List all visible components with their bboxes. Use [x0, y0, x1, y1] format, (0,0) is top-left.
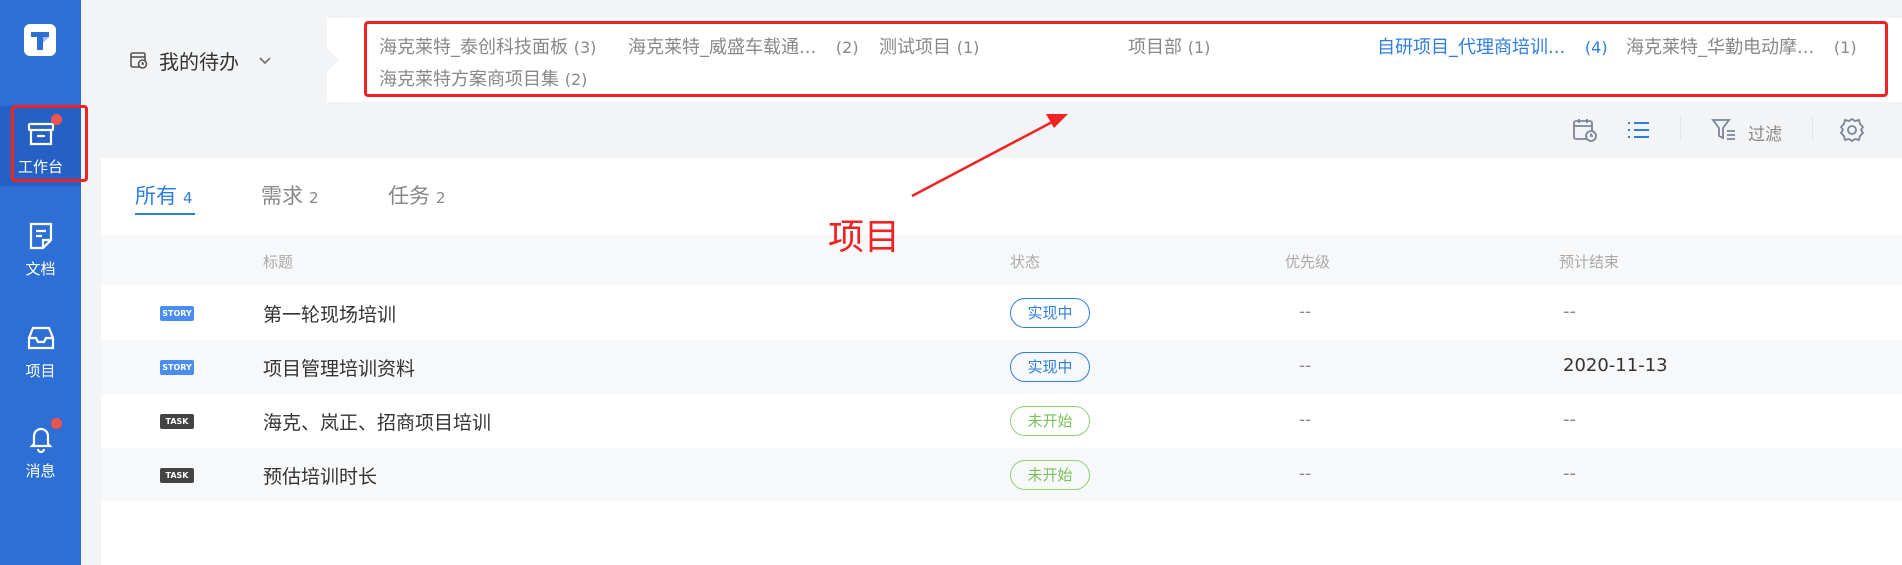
- story-type-badge: STORY: [160, 306, 194, 321]
- status-badge[interactable]: 未开始: [1010, 406, 1090, 436]
- tab-label: 任务: [388, 184, 430, 208]
- inbox-tray-icon: [27, 326, 55, 350]
- sidebar-item-label: 项目: [25, 362, 56, 380]
- row-title[interactable]: 预估培训时长: [263, 462, 377, 489]
- highlight-box-projects: [364, 21, 1888, 97]
- tab-tasks[interactable]: 任务 2: [388, 180, 446, 210]
- settings-gear-icon[interactable]: [1838, 116, 1866, 144]
- row-title[interactable]: 第一轮现场培训: [263, 300, 396, 327]
- tab-all[interactable]: 所有 4: [135, 180, 193, 210]
- row-title[interactable]: 项目管理培训资料: [263, 354, 415, 381]
- table-row[interactable]: TASK 海克、岚正、招商项目培训 未开始 -- --: [101, 394, 1902, 448]
- tab-count: 2: [309, 189, 319, 207]
- filter-label[interactable]: 过滤: [1748, 120, 1782, 145]
- sidebar-item-docs[interactable]: 文档: [0, 208, 81, 288]
- notification-dot: [51, 114, 62, 125]
- column-header-title: 标题: [263, 253, 294, 271]
- my-todo-dropdown[interactable]: 我的待办: [101, 18, 327, 102]
- row-priority[interactable]: --: [1299, 410, 1311, 430]
- table-row[interactable]: TASK 预估培训时长 未开始 -- --: [101, 448, 1902, 502]
- calendar-view-icon[interactable]: [1571, 116, 1599, 144]
- toolbar-divider: [1680, 117, 1681, 141]
- document-icon: [29, 222, 53, 250]
- task-list-panel: 所有 4 需求 2 任务 2 标题 状态 优先级 预计结束 STORY 第一轮现场培训…: [101, 158, 1902, 565]
- column-header-due: 预计结束: [1559, 253, 1620, 271]
- task-type-badge: TASK: [160, 468, 194, 483]
- active-tab-indicator: [135, 213, 195, 215]
- list-view-icon[interactable]: [1624, 116, 1652, 144]
- table-row[interactable]: STORY 第一轮现场培训 实现中 -- --: [101, 286, 1902, 340]
- status-badge[interactable]: 未开始: [1010, 460, 1090, 490]
- sidebar-item-label: 消息: [25, 462, 56, 480]
- tab-label: 所有: [135, 184, 177, 208]
- tab-count: 4: [183, 189, 193, 207]
- calendar-clock-icon: [130, 52, 148, 69]
- sidebar: 工作台 文档 项目 消息: [0, 0, 81, 565]
- tab-label: 需求: [261, 184, 303, 208]
- row-priority[interactable]: --: [1299, 464, 1311, 484]
- column-header-status: 状态: [1010, 253, 1041, 271]
- table-row[interactable]: STORY 项目管理培训资料 实现中 -- 2020-11-13: [101, 340, 1902, 394]
- notification-dot: [51, 418, 62, 429]
- sidebar-item-messages[interactable]: 消息: [0, 410, 81, 490]
- row-due-date[interactable]: 2020-11-13: [1563, 355, 1668, 376]
- row-due-date[interactable]: --: [1563, 301, 1576, 322]
- filter-icon[interactable]: [1710, 116, 1738, 144]
- tab-requirements[interactable]: 需求 2: [261, 180, 319, 210]
- my-todo-label: 我的待办: [159, 49, 239, 74]
- sidebar-item-projects[interactable]: 项目: [0, 310, 81, 390]
- story-type-badge: STORY: [160, 360, 194, 375]
- annotation-label: 项目: [828, 217, 901, 258]
- tab-count: 2: [436, 189, 446, 207]
- sidebar-item-workbench[interactable]: 工作台: [0, 106, 81, 186]
- toolbar-divider: [1812, 117, 1813, 141]
- project-filter-bar: 我的待办 海克莱特_泰创科技面板 (3) 海克莱特_威盛车载通... (2) 测…: [101, 18, 1902, 102]
- dropdown-arrow-notch: [327, 48, 339, 72]
- sidebar-item-label: 文档: [25, 260, 56, 278]
- app-logo-icon[interactable]: [22, 22, 58, 58]
- row-due-date[interactable]: --: [1563, 409, 1576, 430]
- status-badge[interactable]: 实现中: [1010, 352, 1090, 382]
- table-header: 标题 状态 优先级 预计结束: [101, 234, 1902, 286]
- column-header-priority: 优先级: [1285, 253, 1331, 271]
- row-priority[interactable]: --: [1299, 302, 1311, 322]
- row-due-date[interactable]: --: [1563, 463, 1576, 484]
- task-type-badge: TASK: [160, 414, 194, 429]
- row-title[interactable]: 海克、岚正、招商项目培训: [263, 408, 491, 435]
- chevron-down-icon: [259, 57, 271, 65]
- sidebar-item-label: 工作台: [17, 158, 63, 176]
- status-badge[interactable]: 实现中: [1010, 298, 1090, 328]
- row-priority[interactable]: --: [1299, 356, 1311, 376]
